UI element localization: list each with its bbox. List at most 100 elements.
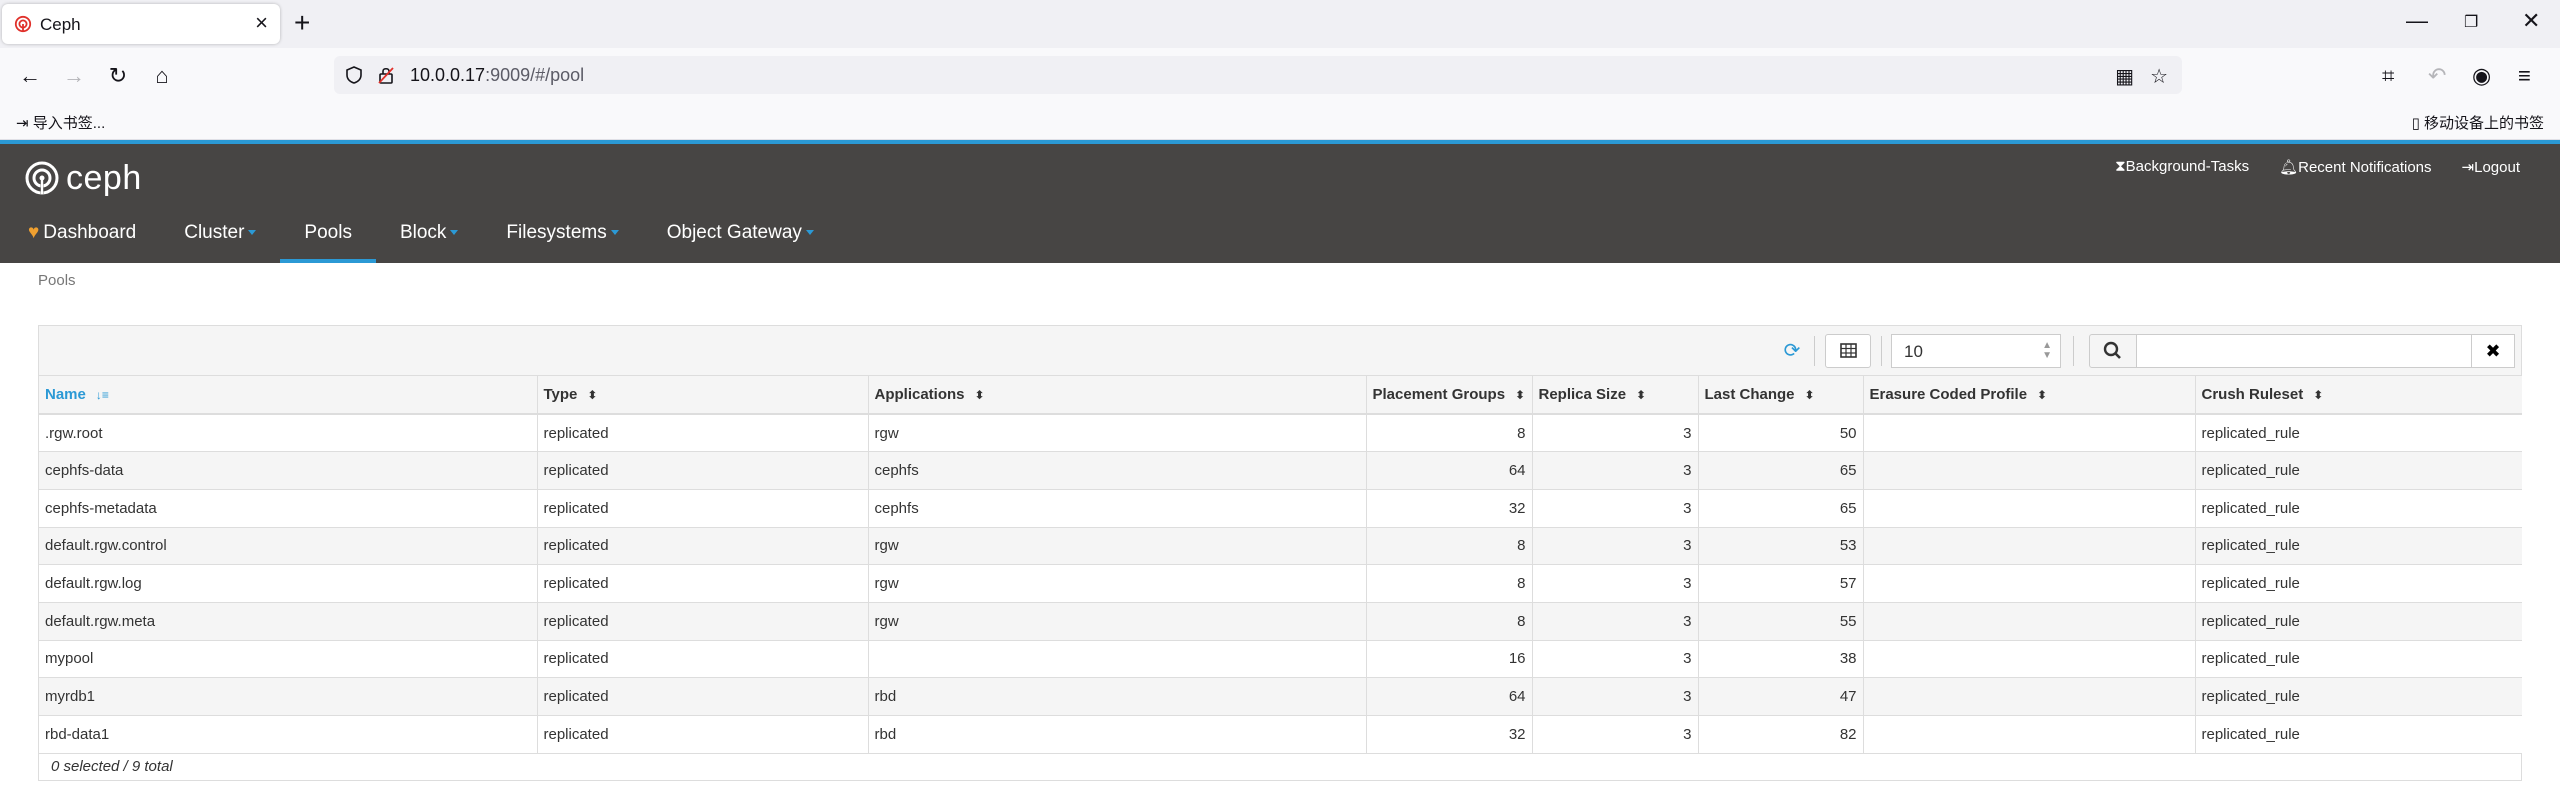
chevron-down-icon xyxy=(450,230,459,236)
undo-icon[interactable]: ↶ xyxy=(2428,62,2446,90)
logout-link[interactable]: ⇥Logout xyxy=(2462,158,2520,176)
clear-search-icon[interactable]: ✖ xyxy=(2471,334,2515,368)
col-header-replica-size[interactable]: Replica Size ⬍ xyxy=(1532,376,1699,415)
col-header-crush-ruleset[interactable]: Crush Ruleset ⬍ xyxy=(2195,376,2522,415)
cell-name: cephfs-data xyxy=(39,451,538,490)
cell-name: .rgw.root xyxy=(39,414,538,453)
col-header-erasure-coded-profile[interactable]: Erasure Coded Profile ⬍ xyxy=(1863,376,2196,415)
cell-applications: rgw xyxy=(868,527,1367,566)
cell-crush-ruleset: replicated_rule xyxy=(2195,414,2522,453)
heartbeat-icon: ♥ xyxy=(28,222,40,243)
table-row[interactable]: cephfs-data replicated cephfs 64 3 65 replicat… xyxy=(39,451,2522,490)
window-close-icon[interactable]: ✕ xyxy=(2522,10,2540,32)
cell-last-change: 50 xyxy=(1698,414,1864,453)
cell-crush-ruleset: replicated_rule xyxy=(2195,451,2522,490)
ceph-favicon-icon xyxy=(14,15,32,33)
column-toggle-button[interactable] xyxy=(1825,334,1871,368)
table-row[interactable]: cephfs-metadata replicated cephfs 32 3 65 repl… xyxy=(39,489,2522,528)
cell-last-change: 82 xyxy=(1698,715,1864,754)
col-header-applications[interactable]: Applications ⬍ xyxy=(868,376,1367,415)
bookmark-mobile[interactable]: ▯ 移动设备上的书签 xyxy=(2412,112,2544,133)
nav-filesystems[interactable]: Filesystems xyxy=(482,214,642,263)
cell-crush-ruleset: replicated_rule xyxy=(2195,677,2522,716)
crop-screenshot-icon[interactable]: ⌗ xyxy=(2382,62,2394,90)
cell-last-change: 47 xyxy=(1698,677,1864,716)
search-button[interactable] xyxy=(2089,334,2137,368)
table-columns-icon xyxy=(1840,343,1857,358)
table-row[interactable]: rbd-data1 replicated rbd 32 3 82 replicated_ru… xyxy=(39,715,2522,754)
url-text[interactable]: 10.0.0.17:9009/#/pool xyxy=(410,65,584,86)
cell-crush-ruleset: replicated_rule xyxy=(2195,715,2522,754)
cell-crush-ruleset: replicated_rule xyxy=(2195,640,2522,679)
table-row[interactable]: default.rgw.meta replicated rgw 8 3 55 replica… xyxy=(39,602,2522,641)
tab-close-icon[interactable]: × xyxy=(255,12,268,34)
home-icon[interactable]: ⌂ xyxy=(148,62,176,90)
col-header-name[interactable]: Name ↓≡ xyxy=(39,376,538,415)
account-icon[interactable]: ◉ xyxy=(2472,62,2491,90)
col-header-type[interactable]: Type ⬍ xyxy=(537,376,869,415)
chevron-down-icon xyxy=(805,230,814,236)
cell-type: replicated xyxy=(537,527,869,566)
table-row[interactable]: default.rgw.control replicated rgw 8 3 53 repl… xyxy=(39,527,2522,566)
cell-erasure-coded-profile xyxy=(1863,715,2196,754)
cell-crush-ruleset: replicated_rule xyxy=(2195,527,2522,566)
cell-last-change: 53 xyxy=(1698,527,1864,566)
cell-replica-size: 3 xyxy=(1532,640,1699,679)
nav-pools[interactable]: Pools xyxy=(280,214,376,263)
minimize-icon[interactable]: — xyxy=(2406,10,2428,32)
nav-object-gateway[interactable]: Object Gateway xyxy=(643,214,838,263)
bookmark-import[interactable]: ⇥ 导入书签... xyxy=(16,112,105,133)
shield-icon[interactable] xyxy=(344,65,364,85)
forward-icon[interactable]: → xyxy=(60,62,88,90)
new-tab-icon[interactable]: + xyxy=(294,9,310,37)
background-tasks-link[interactable]: ⧗Background-Tasks xyxy=(2115,158,2249,176)
browser-tab[interactable]: Ceph × xyxy=(2,4,280,44)
menu-icon[interactable]: ≡ xyxy=(2518,62,2531,90)
search-input[interactable] xyxy=(2136,334,2472,368)
cell-last-change: 38 xyxy=(1698,640,1864,679)
table-row[interactable]: myrdb1 replicated rbd 64 3 47 replicated_rule xyxy=(39,677,2522,716)
ceph-logo[interactable]: ceph xyxy=(24,158,142,198)
refresh-icon[interactable]: ⟳ xyxy=(1780,339,1804,363)
cell-replica-size: 3 xyxy=(1532,715,1699,754)
toolbar-divider xyxy=(1881,336,1882,366)
table-row[interactable]: .rgw.root replicated rgw 8 3 50 replicated_rul… xyxy=(39,414,2522,453)
restore-icon[interactable]: ❐ xyxy=(2464,12,2478,34)
sort-icon: ⬍ xyxy=(974,388,985,402)
cell-last-change: 65 xyxy=(1698,451,1864,490)
back-icon[interactable]: ← xyxy=(16,62,44,90)
nav-cluster[interactable]: Cluster xyxy=(160,214,280,263)
table-row[interactable]: mypool replicated 16 3 38 replicated_rule xyxy=(39,640,2522,679)
sort-icon: ⬍ xyxy=(2037,388,2048,402)
table-row[interactable]: default.rgw.log replicated rgw 8 3 57 replicat… xyxy=(39,564,2522,603)
cell-type: replicated xyxy=(537,640,869,679)
cell-replica-size: 3 xyxy=(1532,677,1699,716)
cell-placement-groups: 32 xyxy=(1366,489,1533,528)
cell-placement-groups: 8 xyxy=(1366,527,1533,566)
nav-block[interactable]: Block xyxy=(376,214,482,263)
cell-name: default.rgw.log xyxy=(39,564,538,603)
cell-last-change: 65 xyxy=(1698,489,1864,528)
cell-replica-size: 3 xyxy=(1532,564,1699,603)
recent-notifications-link[interactable]: 🔔︎Recent Notifications xyxy=(2279,158,2431,176)
cell-erasure-coded-profile xyxy=(1863,451,2196,490)
cell-type: replicated xyxy=(537,715,869,754)
cell-applications: rbd xyxy=(868,715,1367,754)
cell-replica-size: 3 xyxy=(1532,489,1699,528)
cell-erasure-coded-profile xyxy=(1863,602,2196,641)
insecure-lock-icon[interactable] xyxy=(376,65,396,85)
sort-icon: ⬍ xyxy=(1515,388,1526,402)
reload-icon[interactable]: ↻ xyxy=(104,62,132,90)
col-header-last-change[interactable]: Last Change ⬍ xyxy=(1698,376,1864,415)
col-header-placement-groups[interactable]: Placement Groups ⬍ xyxy=(1366,376,1533,415)
stepper-icon[interactable]: ▲ ▼ xyxy=(2042,341,2052,361)
cell-erasure-coded-profile xyxy=(1863,677,2196,716)
cell-type: replicated xyxy=(537,414,869,453)
url-bar[interactable]: 10.0.0.17:9009/#/pool ▦ ☆ xyxy=(334,56,2182,94)
cell-name: cephfs-metadata xyxy=(39,489,538,528)
cell-replica-size: 3 xyxy=(1532,602,1699,641)
page-size-input[interactable]: 10 ▲ ▼ xyxy=(1891,334,2061,368)
bookmark-star-icon[interactable]: ☆ xyxy=(2150,64,2168,89)
nav-dashboard[interactable]: ♥ Dashboard xyxy=(24,214,160,263)
qr-code-icon[interactable]: ▦ xyxy=(2115,64,2134,89)
